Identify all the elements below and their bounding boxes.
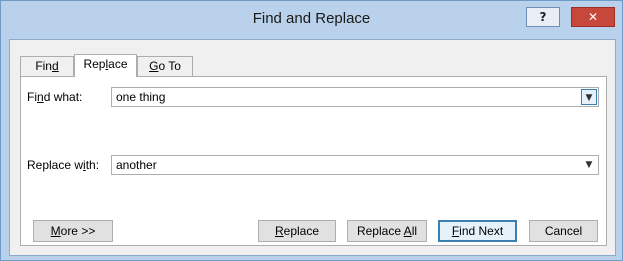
tab-replace[interactable]: Replace (74, 54, 137, 77)
chevron-down-icon[interactable]: ▼ (581, 89, 597, 105)
title-bar[interactable]: Find and Replace ? ✕ (1, 1, 622, 37)
chevron-down-icon[interactable]: ▼ (581, 157, 597, 173)
more-label-b: ore >> (60, 224, 96, 238)
find-what-label: Find what: (27, 90, 82, 104)
tab-goto-label-b: o To (158, 59, 181, 73)
replace-with-label: Replace with: (27, 158, 99, 172)
cancel-label: Cancel (544, 224, 583, 238)
find-what-value: one thing (116, 90, 166, 104)
dialog-body: Find Replace Go To Find what: one thing … (9, 39, 616, 256)
close-button[interactable]: ✕ (571, 7, 615, 27)
tab-replace-label-a: Rep (83, 57, 106, 71)
replace-all-label-a: Replace (356, 224, 404, 238)
cancel-button[interactable]: Cancel (529, 220, 598, 242)
replace-button[interactable]: Replace (258, 220, 336, 242)
tab-find-label-a: Fin (35, 59, 52, 73)
replace-label-a: Replace w (27, 158, 84, 172)
help-icon: ? (539, 10, 547, 24)
tab-go-to[interactable]: Go To (137, 56, 193, 76)
replace-panel: Find what: one thing ▼ Replace with: ano… (20, 76, 607, 246)
find-what-input[interactable]: one thing ▼ (111, 87, 599, 107)
close-icon: ✕ (587, 10, 599, 24)
find-label-a: Fi (27, 90, 37, 104)
help-button[interactable]: ? (526, 7, 560, 27)
replace-all-button[interactable]: Replace All (347, 220, 427, 242)
replace-btn-accesskey: R (274, 224, 284, 238)
find-next-button[interactable]: Find Next (438, 220, 517, 242)
more-button[interactable]: More >> (33, 220, 113, 242)
tab-find-accesskey: d (51, 59, 59, 73)
replace-btn-label-b: eplace (283, 224, 320, 238)
tab-find[interactable]: Find (20, 56, 74, 76)
more-accesskey: M (50, 224, 61, 238)
find-label-b: d what: (43, 90, 83, 104)
replace-with-value: another (116, 158, 157, 172)
dialog-window: Find and Replace ? ✕ Find Replace Go To … (0, 0, 623, 261)
replace-all-label-b: ll (411, 224, 418, 238)
replace-with-input[interactable]: another ▼ (111, 155, 599, 175)
find-next-label-b: ind Next (459, 224, 504, 238)
replace-label-b: th: (85, 158, 100, 172)
tab-replace-label-b: ace (108, 57, 128, 71)
replace-all-accesskey: A (403, 224, 412, 238)
find-label-accesskey: n (37, 90, 44, 104)
